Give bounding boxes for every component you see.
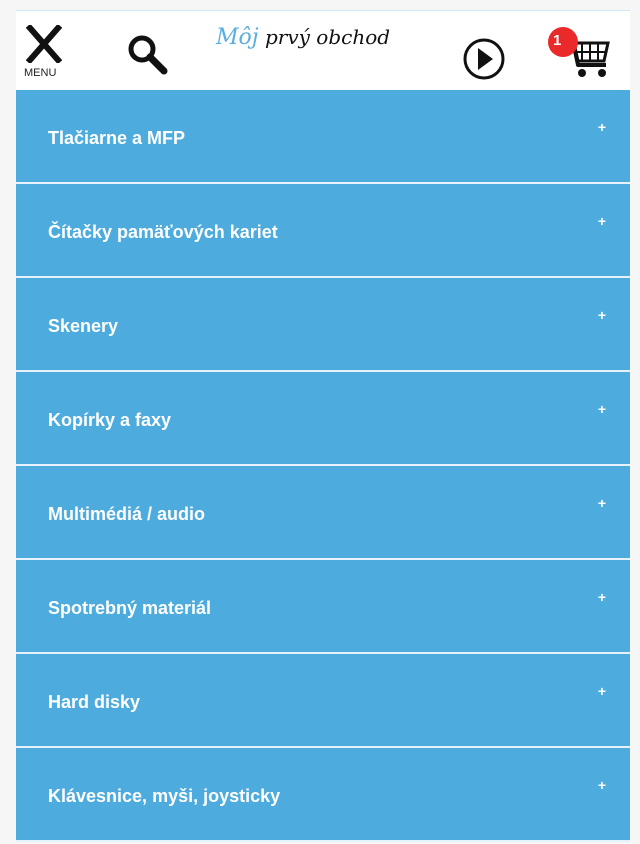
category-label: Hard disky	[48, 692, 141, 712]
category-item[interactable]: Čítačky pamäťových kariet +	[16, 184, 630, 278]
app-frame: MENU Môj prvý obchod 1 Tlačiarne a MFP +…	[0, 0, 640, 842]
menu-label: MENU	[24, 67, 57, 79]
close-icon	[26, 25, 62, 63]
store-logo[interactable]: Môj prvý obchod	[216, 25, 390, 61]
menu-button[interactable]: MENU	[24, 25, 64, 85]
plus-icon[interactable]: +	[598, 684, 606, 698]
plus-icon[interactable]: +	[598, 496, 606, 510]
search-icon	[128, 35, 168, 75]
plus-icon[interactable]: +	[598, 402, 606, 416]
plus-icon[interactable]: +	[598, 308, 606, 322]
category-item[interactable]: Klávesnice, myši, joysticky +	[16, 748, 630, 842]
category-label: Multimédiá / audio	[48, 504, 206, 524]
next-button[interactable]	[460, 35, 510, 85]
category-label: Tlačiarne a MFP	[48, 128, 186, 148]
category-item[interactable]: Spotrebný materiál +	[16, 560, 630, 654]
logo-text: prvý obchod	[264, 25, 391, 49]
category-label: Spotrebný materiál	[48, 598, 212, 618]
cart-button[interactable]: 1	[544, 25, 616, 87]
plus-icon[interactable]: +	[598, 778, 606, 792]
category-label: Čítačky pamäťových kariet	[48, 222, 278, 242]
category-item[interactable]: Kopírky a faxy +	[16, 372, 630, 466]
logo-prefix: Môj	[216, 25, 259, 50]
plus-icon[interactable]: +	[598, 120, 606, 134]
category-label: Skenery	[48, 316, 119, 336]
plus-icon[interactable]: +	[598, 590, 606, 604]
plus-icon[interactable]: +	[598, 214, 606, 228]
category-label: Klávesnice, myši, joysticky	[48, 786, 281, 806]
search-button[interactable]	[124, 31, 176, 81]
category-item[interactable]: Skenery +	[16, 278, 630, 372]
category-item[interactable]: Hard disky +	[16, 654, 630, 748]
header-bar: MENU Môj prvý obchod 1	[16, 10, 630, 91]
arrow-right-circle-icon	[463, 38, 505, 80]
cart-count-badge: 1	[548, 27, 578, 57]
category-label: Kopírky a faxy	[48, 410, 172, 430]
category-menu: Tlačiarne a MFP + Čítačky pamäťových karie…	[16, 90, 630, 842]
category-item[interactable]: Multimédiá / audio +	[16, 466, 630, 560]
category-item[interactable]: Tlačiarne a MFP +	[16, 90, 630, 184]
